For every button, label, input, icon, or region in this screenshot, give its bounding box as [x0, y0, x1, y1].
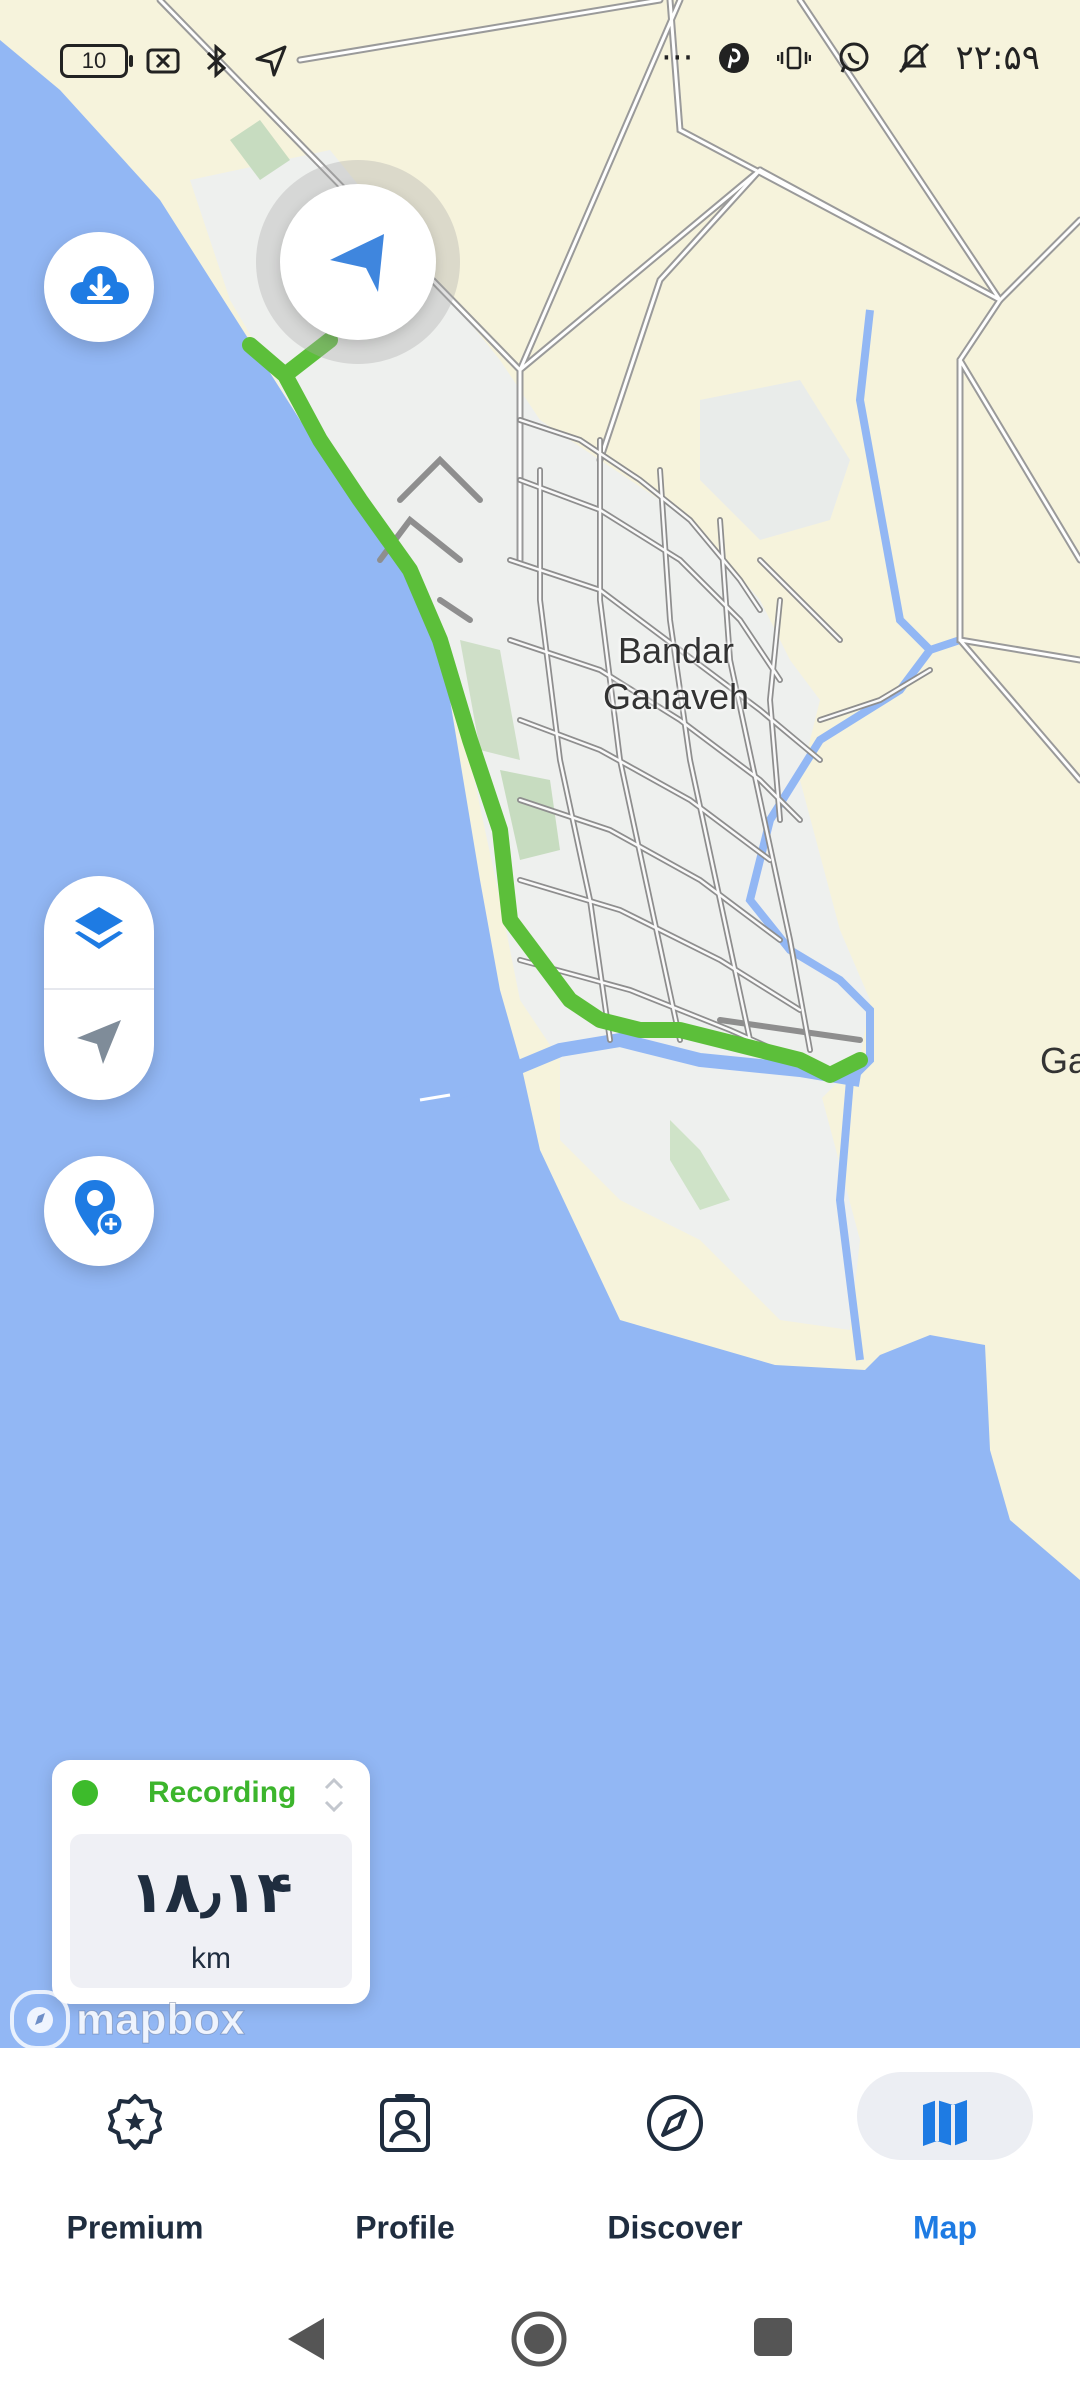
vibrate-icon: [775, 39, 813, 77]
mapbox-wordmark: mapbox: [76, 1995, 246, 2045]
tab-premium[interactable]: Premium: [0, 2080, 270, 2250]
home-icon[interactable]: [510, 2310, 568, 2373]
recording-status-dot: [72, 1780, 98, 1806]
add-place-button[interactable]: [44, 1156, 154, 1266]
city-label: Bandar Ganaveh: [602, 630, 750, 717]
star-badge-icon: [104, 2092, 166, 2159]
offline-download-button[interactable]: [44, 232, 154, 342]
clock: ۲۲:۵۹: [955, 38, 1040, 78]
expand-toggle-icon[interactable]: [322, 1772, 346, 1818]
system-navigation-bar: [0, 2270, 1080, 2400]
notifications-off-icon: [895, 39, 933, 77]
tab-profile[interactable]: Profile: [270, 2080, 540, 2250]
whatsapp-icon: [835, 39, 873, 77]
tab-map[interactable]: Map: [810, 2072, 1080, 2250]
compass-icon: [645, 2093, 705, 2158]
back-icon[interactable]: [282, 2314, 332, 2369]
place-label-partial: Ga: [1040, 1040, 1080, 1081]
tab-discover-label: Discover: [607, 2209, 743, 2246]
status-bar: 10 ··· ۲۲:۵۹: [0, 38, 1080, 86]
recording-status-label: Recording: [148, 1776, 297, 1809]
distance-value: ۱۸٫۱۴: [129, 1858, 293, 1926]
add-location-icon: [69, 1176, 129, 1247]
battery-indicator: 10: [60, 44, 133, 78]
navigation-arrow-icon: [322, 224, 394, 301]
layers-icon: [71, 903, 127, 962]
locate-me-button[interactable]: [44, 988, 154, 1100]
mapbox-attribution[interactable]: mapbox: [10, 1990, 245, 2050]
layers-button[interactable]: [44, 876, 154, 988]
distance-unit: km: [191, 1942, 231, 1975]
recording-card[interactable]: Recording ۱۸٫۱۴ km: [52, 1760, 370, 2004]
heading-indicator[interactable]: [256, 160, 460, 364]
more-notifications-icon: ···: [661, 38, 694, 78]
map-control-stack: [44, 876, 154, 1100]
profile-badge-icon: [377, 2092, 433, 2159]
bottom-navigation: Premium Profile Discover Map: [0, 2048, 1080, 2270]
map-icon: [917, 2095, 973, 2156]
tab-profile-label: Profile: [355, 2209, 455, 2246]
pinterest-icon: [715, 39, 753, 77]
recents-icon[interactable]: [752, 2316, 794, 2363]
no-sim-icon: [144, 42, 182, 80]
bluetooth-icon: [198, 42, 236, 80]
mapbox-logo-icon: [10, 1990, 70, 2050]
cloud-download-icon: [67, 260, 131, 315]
tab-map-label: Map: [913, 2209, 977, 2246]
location-arrow-icon: [252, 42, 290, 80]
tab-premium-label: Premium: [66, 2209, 204, 2246]
map-canvas[interactable]: [0, 0, 1080, 2048]
location-arrow-icon: [71, 1014, 127, 1075]
tab-discover[interactable]: Discover: [540, 2080, 810, 2250]
distance-panel: ۱۸٫۱۴ km: [70, 1834, 352, 1988]
